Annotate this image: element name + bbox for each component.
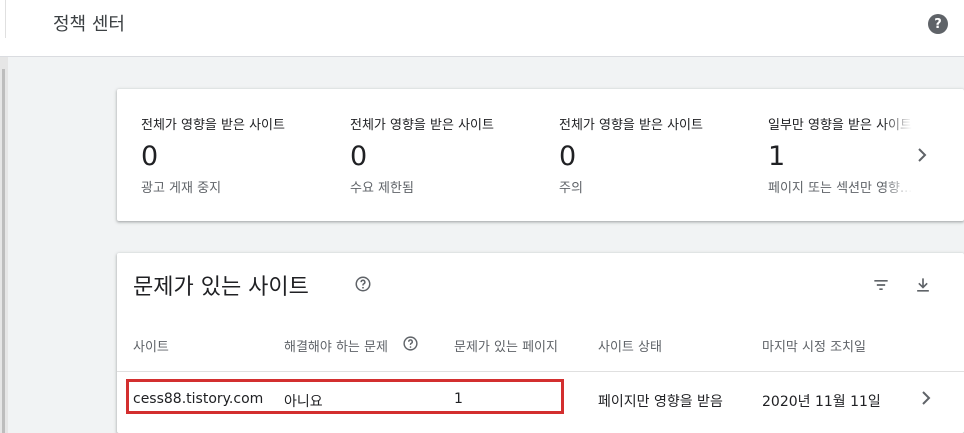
summary-card: 전체가 영향을 받은 사이트 0 광고 게재 중지 전체가 영향을 받은 사이트…: [117, 89, 964, 221]
column-header-last-enforcement[interactable]: 마지막 시정 조치일: [762, 336, 866, 355]
sites-with-issues-card: 문제가 있는 사이트 사이트 해결해야 하는 문제 문제가 있는 페이지 사이트…: [117, 253, 964, 433]
help-outline-icon[interactable]: [351, 272, 375, 296]
stat-value: 1: [768, 141, 786, 172]
help-outline-icon[interactable]: [400, 333, 420, 353]
download-icon[interactable]: [911, 273, 935, 297]
column-header-pages-with-issues[interactable]: 문제가 있는 페이지: [454, 336, 558, 355]
stat-heading: 전체가 영향을 받은 사이트: [559, 118, 703, 133]
column-header-site-status[interactable]: 사이트 상태: [598, 336, 662, 355]
cell-site-status: 페이지만 영향을 받음: [598, 394, 723, 410]
help-icon[interactable]: ?: [928, 14, 948, 34]
stat-caption: 광고 게재 중지: [141, 181, 222, 196]
page-title: 정책 센터: [53, 14, 125, 35]
column-header-issue-to-fix[interactable]: 해결해야 하는 문제: [284, 336, 388, 355]
stat-caption: 페이지 또는 섹션만 영향...: [768, 181, 913, 196]
section-title: 문제가 있는 사이트: [133, 275, 309, 300]
stat-heading: 전체가 영향을 받은 사이트: [141, 118, 285, 133]
chevron-right-icon[interactable]: [910, 143, 934, 167]
stat-value: 0: [141, 141, 159, 172]
stat-caption: 수요 제한됨: [350, 181, 414, 196]
stat-value: 0: [559, 141, 577, 172]
cell-last-enforcement: 2020년 11월 11일: [762, 394, 881, 410]
chevron-right-icon[interactable]: [914, 386, 938, 410]
scroll-track: [2, 69, 5, 433]
stat-heading: 일부만 영향을 받은 사이트: [768, 118, 912, 133]
highlight-box: [126, 379, 564, 414]
header-divider: [117, 371, 964, 372]
column-header-site[interactable]: 사이트: [133, 336, 169, 355]
divider: [5, 0, 6, 38]
left-rail: [0, 57, 8, 433]
top-app-bar: 정책 센터 ?: [0, 0, 964, 57]
filter-icon[interactable]: [869, 273, 893, 297]
stat-caption: 주의: [559, 181, 583, 196]
stat-heading: 전체가 영향을 받은 사이트: [350, 118, 494, 133]
stat-value: 0: [350, 141, 368, 172]
